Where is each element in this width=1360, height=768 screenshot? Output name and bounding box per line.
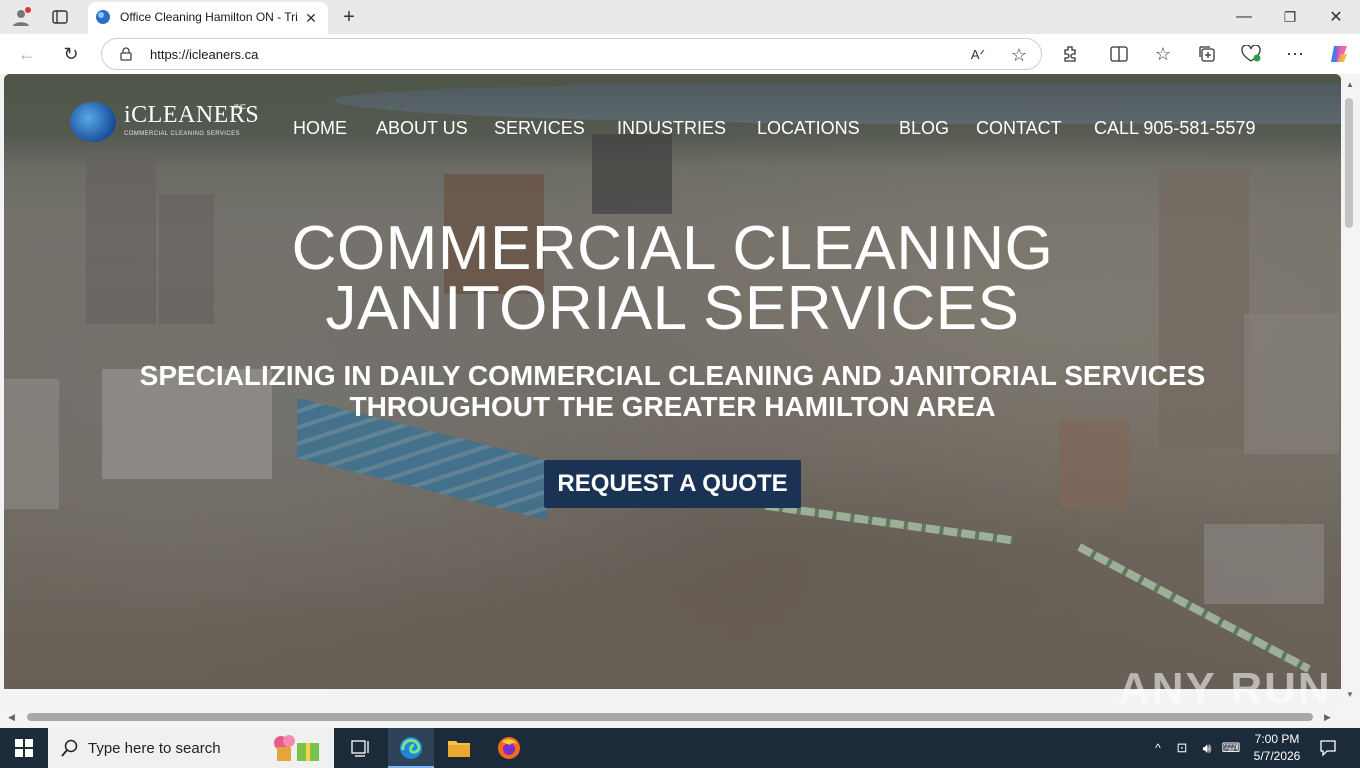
- anyrun-watermark: ANY RUN: [1118, 664, 1332, 713]
- refresh-icon[interactable]: ↻: [60, 43, 82, 65]
- minimize-icon[interactable]: —: [1234, 7, 1254, 27]
- tray-overflow-chevron-icon[interactable]: ^: [1150, 738, 1166, 758]
- collections-icon[interactable]: [1196, 43, 1218, 65]
- active-tab[interactable]: Office Cleaning Hamilton ON - Tri ✕: [88, 2, 328, 34]
- firefox-icon[interactable]: [497, 736, 521, 760]
- nav-home[interactable]: HOME: [293, 118, 347, 140]
- windows-start-icon[interactable]: [14, 738, 34, 758]
- split-screen-icon[interactable]: [1108, 43, 1130, 65]
- hero-subtitle: SPECIALIZING IN DAILY COMMERCIAL CLEANIN…: [4, 360, 1341, 422]
- taskbar-search-box[interactable]: Type here to search: [48, 728, 334, 768]
- new-tab-icon[interactable]: +: [338, 6, 360, 28]
- url-text: https://icleaners.ca: [150, 47, 259, 62]
- scroll-up-icon[interactable]: ▲: [1346, 80, 1354, 89]
- volume-icon[interactable]: 🔊︎: [1197, 738, 1217, 758]
- scroll-left-icon[interactable]: ◀: [8, 712, 15, 723]
- search-placeholder: Type here to search: [88, 740, 221, 757]
- scroll-down-icon[interactable]: ▼: [1346, 690, 1354, 699]
- favorite-star-icon[interactable]: ☆: [1008, 44, 1030, 66]
- notifications-icon[interactable]: [1318, 738, 1338, 758]
- page-viewport: iCLEANERS INC. COMMERCIAL CLEANING SERVI…: [4, 74, 1341, 689]
- hero-title: COMMERCIAL CLEANING JANITORIAL SERVICES: [4, 214, 1341, 343]
- nav-industries[interactable]: INDUSTRIES: [617, 118, 726, 140]
- browser-tab-bar: Office Cleaning Hamilton ON - Tri ✕ + — …: [0, 0, 1360, 34]
- hero-subtitle-line-1: SPECIALIZING IN DAILY COMMERCIAL CLEANIN…: [139, 360, 1206, 391]
- tray-time[interactable]: 7:00 PM: [1246, 732, 1308, 746]
- edge-browser-icon: [399, 736, 423, 760]
- more-menu-icon[interactable]: ⋯: [1284, 43, 1306, 65]
- close-window-icon[interactable]: ✕: [1326, 7, 1346, 27]
- hero-subtitle-line-2: THROUGHOUT THE GREATER HAMILTON AREA: [349, 391, 996, 422]
- lock-icon[interactable]: [118, 46, 134, 62]
- back-arrow-icon[interactable]: ←: [16, 43, 38, 65]
- logo-globe-icon: [70, 102, 116, 142]
- site-logo[interactable]: iCLEANERS INC. COMMERCIAL CLEANING SERVI…: [70, 100, 260, 144]
- profile-avatar-icon[interactable]: [10, 6, 32, 28]
- file-explorer-icon[interactable]: [447, 736, 471, 760]
- tab-title: Office Cleaning Hamilton ON - Tri: [120, 10, 298, 24]
- hero-title-line-2: JANITORIAL SERVICES: [325, 274, 1020, 343]
- nav-locations[interactable]: LOCATIONS: [757, 118, 860, 140]
- task-view-icon[interactable]: [350, 738, 372, 758]
- site-favicon-icon: [94, 8, 112, 26]
- nav-services[interactable]: SERVICES: [494, 118, 585, 140]
- favorites-icon[interactable]: ☆: [1152, 43, 1174, 65]
- logo-tagline: COMMERCIAL CLEANING SERVICES: [124, 131, 240, 137]
- hero-title-line-1: COMMERCIAL CLEANING: [291, 214, 1054, 283]
- extensions-icon[interactable]: [1060, 43, 1082, 65]
- taskbar-edge-app[interactable]: [388, 728, 434, 768]
- browser-essentials-icon[interactable]: [1240, 43, 1262, 65]
- copilot-icon[interactable]: [1327, 42, 1351, 66]
- browser-toolbar: ← ↻ https://icleaners.ca Aᐟ ☆ ☆ ⋯: [0, 34, 1360, 74]
- tab-actions-icon[interactable]: [50, 7, 70, 27]
- search-icon: [60, 738, 80, 758]
- nav-about-us[interactable]: ABOUT US: [376, 118, 468, 140]
- nav-contact[interactable]: CONTACT: [976, 118, 1062, 140]
- input-indicator-icon[interactable]: ⌨︎: [1222, 738, 1241, 758]
- search-highlight-gift-icon[interactable]: [270, 732, 324, 764]
- address-bar[interactable]: https://icleaners.ca Aᐟ ☆: [101, 38, 1042, 70]
- scroll-right-icon[interactable]: ▶: [1324, 712, 1331, 723]
- horizontal-scroll-thumb[interactable]: [27, 713, 1313, 721]
- nav-call-phone[interactable]: CALL 905-581-5579: [1094, 118, 1255, 140]
- vertical-scroll-thumb[interactable]: [1345, 98, 1353, 228]
- nav-blog[interactable]: BLOG: [899, 118, 949, 140]
- windows-taskbar: Type here to search ^ ⊡ 🔊︎ ⌨︎ 7:00 PM 5/…: [0, 728, 1360, 768]
- logo-inc: INC.: [234, 104, 248, 111]
- tray-date[interactable]: 5/7/2026: [1246, 749, 1308, 763]
- request-quote-button[interactable]: REQUEST A QUOTE: [544, 460, 801, 508]
- restore-icon[interactable]: ❐: [1280, 7, 1300, 27]
- close-tab-icon[interactable]: ✕: [302, 9, 320, 27]
- network-icon[interactable]: ⊡: [1173, 738, 1191, 758]
- read-aloud-icon[interactable]: Aᐟ: [968, 45, 988, 65]
